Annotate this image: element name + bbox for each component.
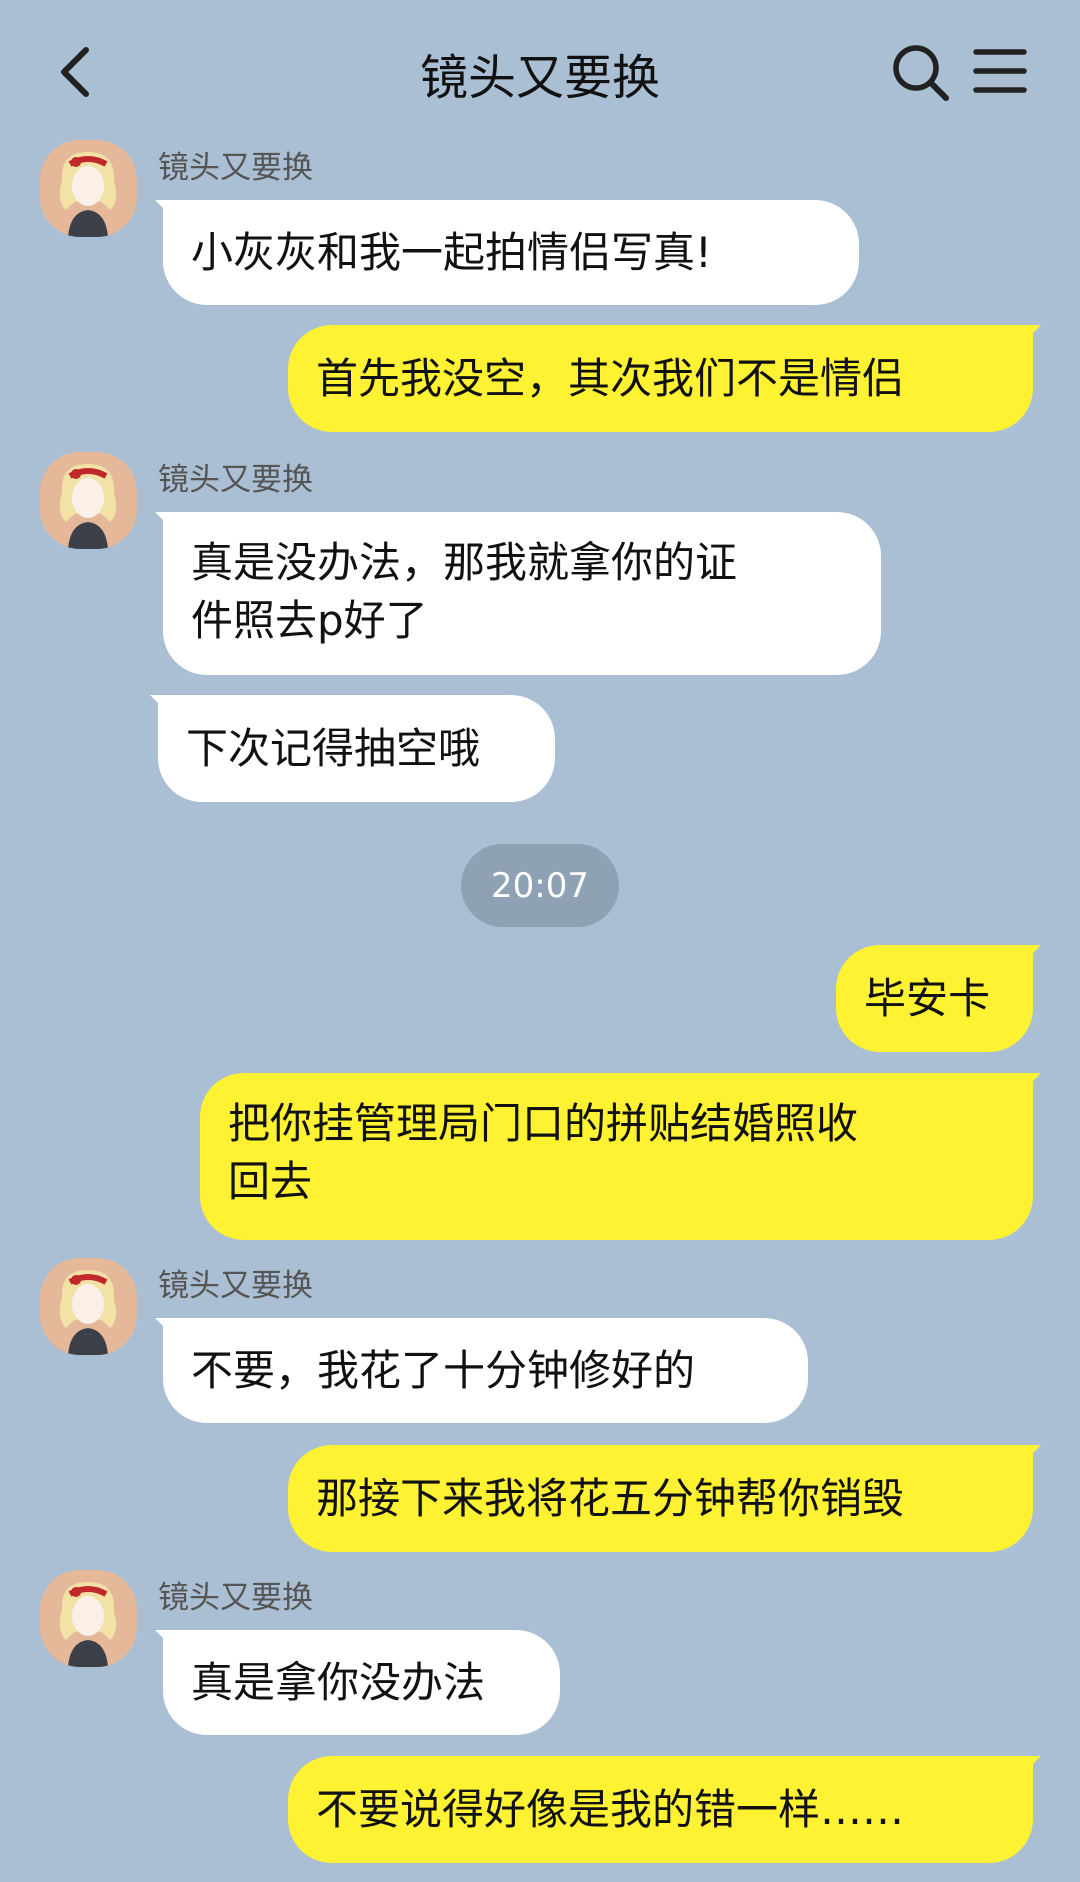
avatar-image bbox=[40, 1258, 137, 1355]
message-bubble-outgoing[interactable]: 首先我没空，其次我们不是情侣 bbox=[288, 325, 1033, 432]
message-bubble-outgoing[interactable]: 那接下来我将花五分钟帮你销毁 bbox=[288, 1445, 1033, 1552]
message-bubble-incoming[interactable]: 真是没办法，那我就拿你的证 件照去p好了 bbox=[163, 512, 881, 675]
chat-header: 镜头又要换 bbox=[0, 0, 1080, 135]
avatar[interactable] bbox=[40, 1570, 137, 1667]
message-bubble-incoming[interactable]: 下次记得抽空哦 bbox=[158, 695, 555, 802]
timestamp: 20:07 bbox=[461, 844, 619, 927]
sender-name: 镜头又要换 bbox=[158, 150, 313, 186]
message-bubble-incoming[interactable]: 真是拿你没办法 bbox=[163, 1630, 560, 1735]
sender-name: 镜头又要换 bbox=[158, 1268, 313, 1304]
avatar[interactable] bbox=[40, 140, 137, 237]
sender-name: 镜头又要换 bbox=[158, 1580, 313, 1616]
chevron-left-icon bbox=[61, 47, 89, 97]
message-bubble-outgoing[interactable]: 毕安卡 bbox=[836, 945, 1033, 1052]
avatar-image bbox=[40, 140, 137, 237]
sender-name: 镜头又要换 bbox=[158, 462, 313, 498]
search-icon bbox=[893, 45, 949, 101]
hamburger-menu-icon bbox=[973, 49, 1027, 93]
avatar-image bbox=[40, 452, 137, 549]
message-bubble-outgoing[interactable]: 不要说得好像是我的错一样…… bbox=[288, 1756, 1033, 1863]
search-button[interactable] bbox=[890, 42, 952, 104]
back-button[interactable] bbox=[48, 36, 108, 106]
avatar-image bbox=[40, 1570, 137, 1667]
avatar[interactable] bbox=[40, 1258, 137, 1355]
message-bubble-outgoing[interactable]: 把你挂管理局门口的拼贴结婚照收 回去 bbox=[200, 1073, 1033, 1240]
avatar[interactable] bbox=[40, 452, 137, 549]
menu-button[interactable] bbox=[972, 46, 1028, 96]
message-bubble-incoming[interactable]: 小灰灰和我一起拍情侣写真! bbox=[163, 200, 859, 305]
chat-title: 镜头又要换 bbox=[419, 50, 660, 106]
message-bubble-incoming[interactable]: 不要，我花了十分钟修好的 bbox=[163, 1318, 808, 1423]
